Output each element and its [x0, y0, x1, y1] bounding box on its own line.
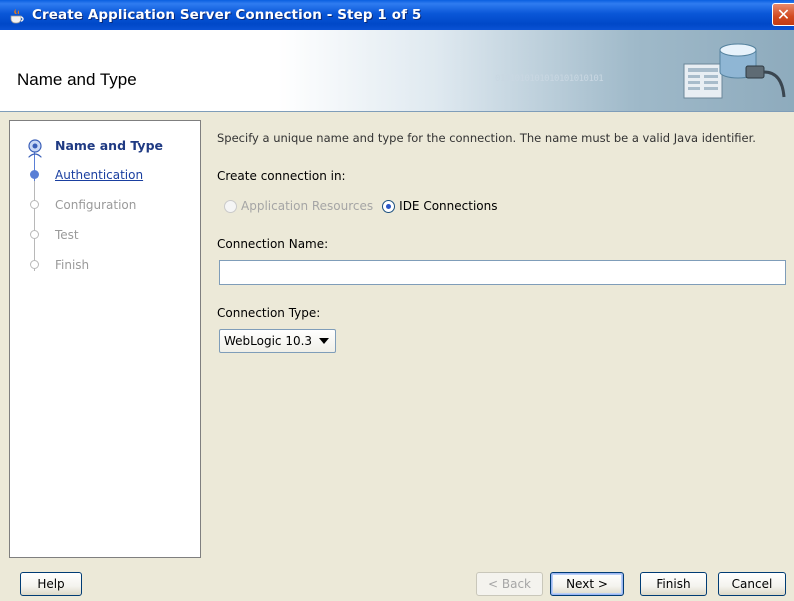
create-in-label: Create connection in: [217, 169, 346, 183]
next-button-label: Next > [566, 577, 608, 591]
wizard-steps-panel: Name and Type Authentication Configurati… [9, 120, 201, 558]
nav-step-label: Test [55, 228, 79, 242]
window-title: Create Application Server Connection - S… [32, 7, 422, 23]
connection-location-radio-group: Application Resources IDE Connections [224, 199, 497, 213]
close-button[interactable]: ✕ [772, 3, 794, 26]
back-button: < Back [476, 572, 543, 596]
connection-name-input[interactable] [219, 260, 786, 285]
nav-step-name-and-type[interactable]: Name and Type [10, 133, 200, 159]
back-button-label: < Back [487, 577, 531, 591]
binary-decoration: 0101010101010101010101 [495, 74, 604, 84]
step-description: Specify a unique name and type for the c… [217, 131, 756, 145]
wizard-content: Specify a unique name and type for the c… [200, 112, 794, 558]
step-dot-icon [30, 170, 39, 179]
radio-ide-connections-label[interactable]: IDE Connections [399, 199, 497, 213]
cancel-button[interactable]: Cancel [718, 572, 786, 596]
connection-type-label: Connection Type: [217, 306, 321, 320]
finish-button[interactable]: Finish [640, 572, 707, 596]
radio-application-resources-label: Application Resources [241, 199, 374, 213]
step-dot-icon [30, 230, 39, 239]
cancel-button-label: Cancel [731, 577, 773, 591]
help-button[interactable]: Help [20, 572, 82, 596]
current-step-icon [27, 139, 43, 159]
nav-step-label: Configuration [55, 198, 137, 212]
title-bar[interactable]: Create Application Server Connection - S… [0, 0, 794, 30]
close-icon: ✕ [776, 5, 791, 24]
nav-step-authentication[interactable]: Authentication [10, 163, 200, 187]
nav-step-finish: Finish [10, 253, 200, 277]
radio-selected-dot [386, 203, 392, 209]
connection-type-value: WebLogic 10.3 [224, 334, 313, 348]
nav-step-test: Test [10, 223, 200, 247]
nav-step-label: Authentication [55, 168, 144, 182]
page-title: Name and Type [17, 70, 137, 89]
step-dot-icon [30, 260, 39, 269]
nav-step-configuration: Configuration [10, 193, 200, 217]
nav-step-label: Finish [55, 258, 90, 272]
step-dot-icon [30, 200, 39, 209]
chevron-down-icon [319, 338, 329, 344]
connection-name-label: Connection Name: [217, 237, 329, 251]
help-button-label: Help [37, 577, 65, 591]
radio-ide-connections[interactable] [382, 199, 396, 213]
connection-type-select[interactable]: WebLogic 10.3 [219, 329, 336, 353]
java-cup-icon [6, 4, 28, 26]
finish-button-label: Finish [656, 577, 691, 591]
radio-application-resources [224, 199, 237, 213]
wizard-header: Name and Type 0101010101010101010101 [0, 30, 794, 112]
server-connection-icon [683, 43, 786, 99]
nav-step-label: Name and Type [55, 137, 164, 153]
next-button[interactable]: Next > [550, 572, 624, 596]
